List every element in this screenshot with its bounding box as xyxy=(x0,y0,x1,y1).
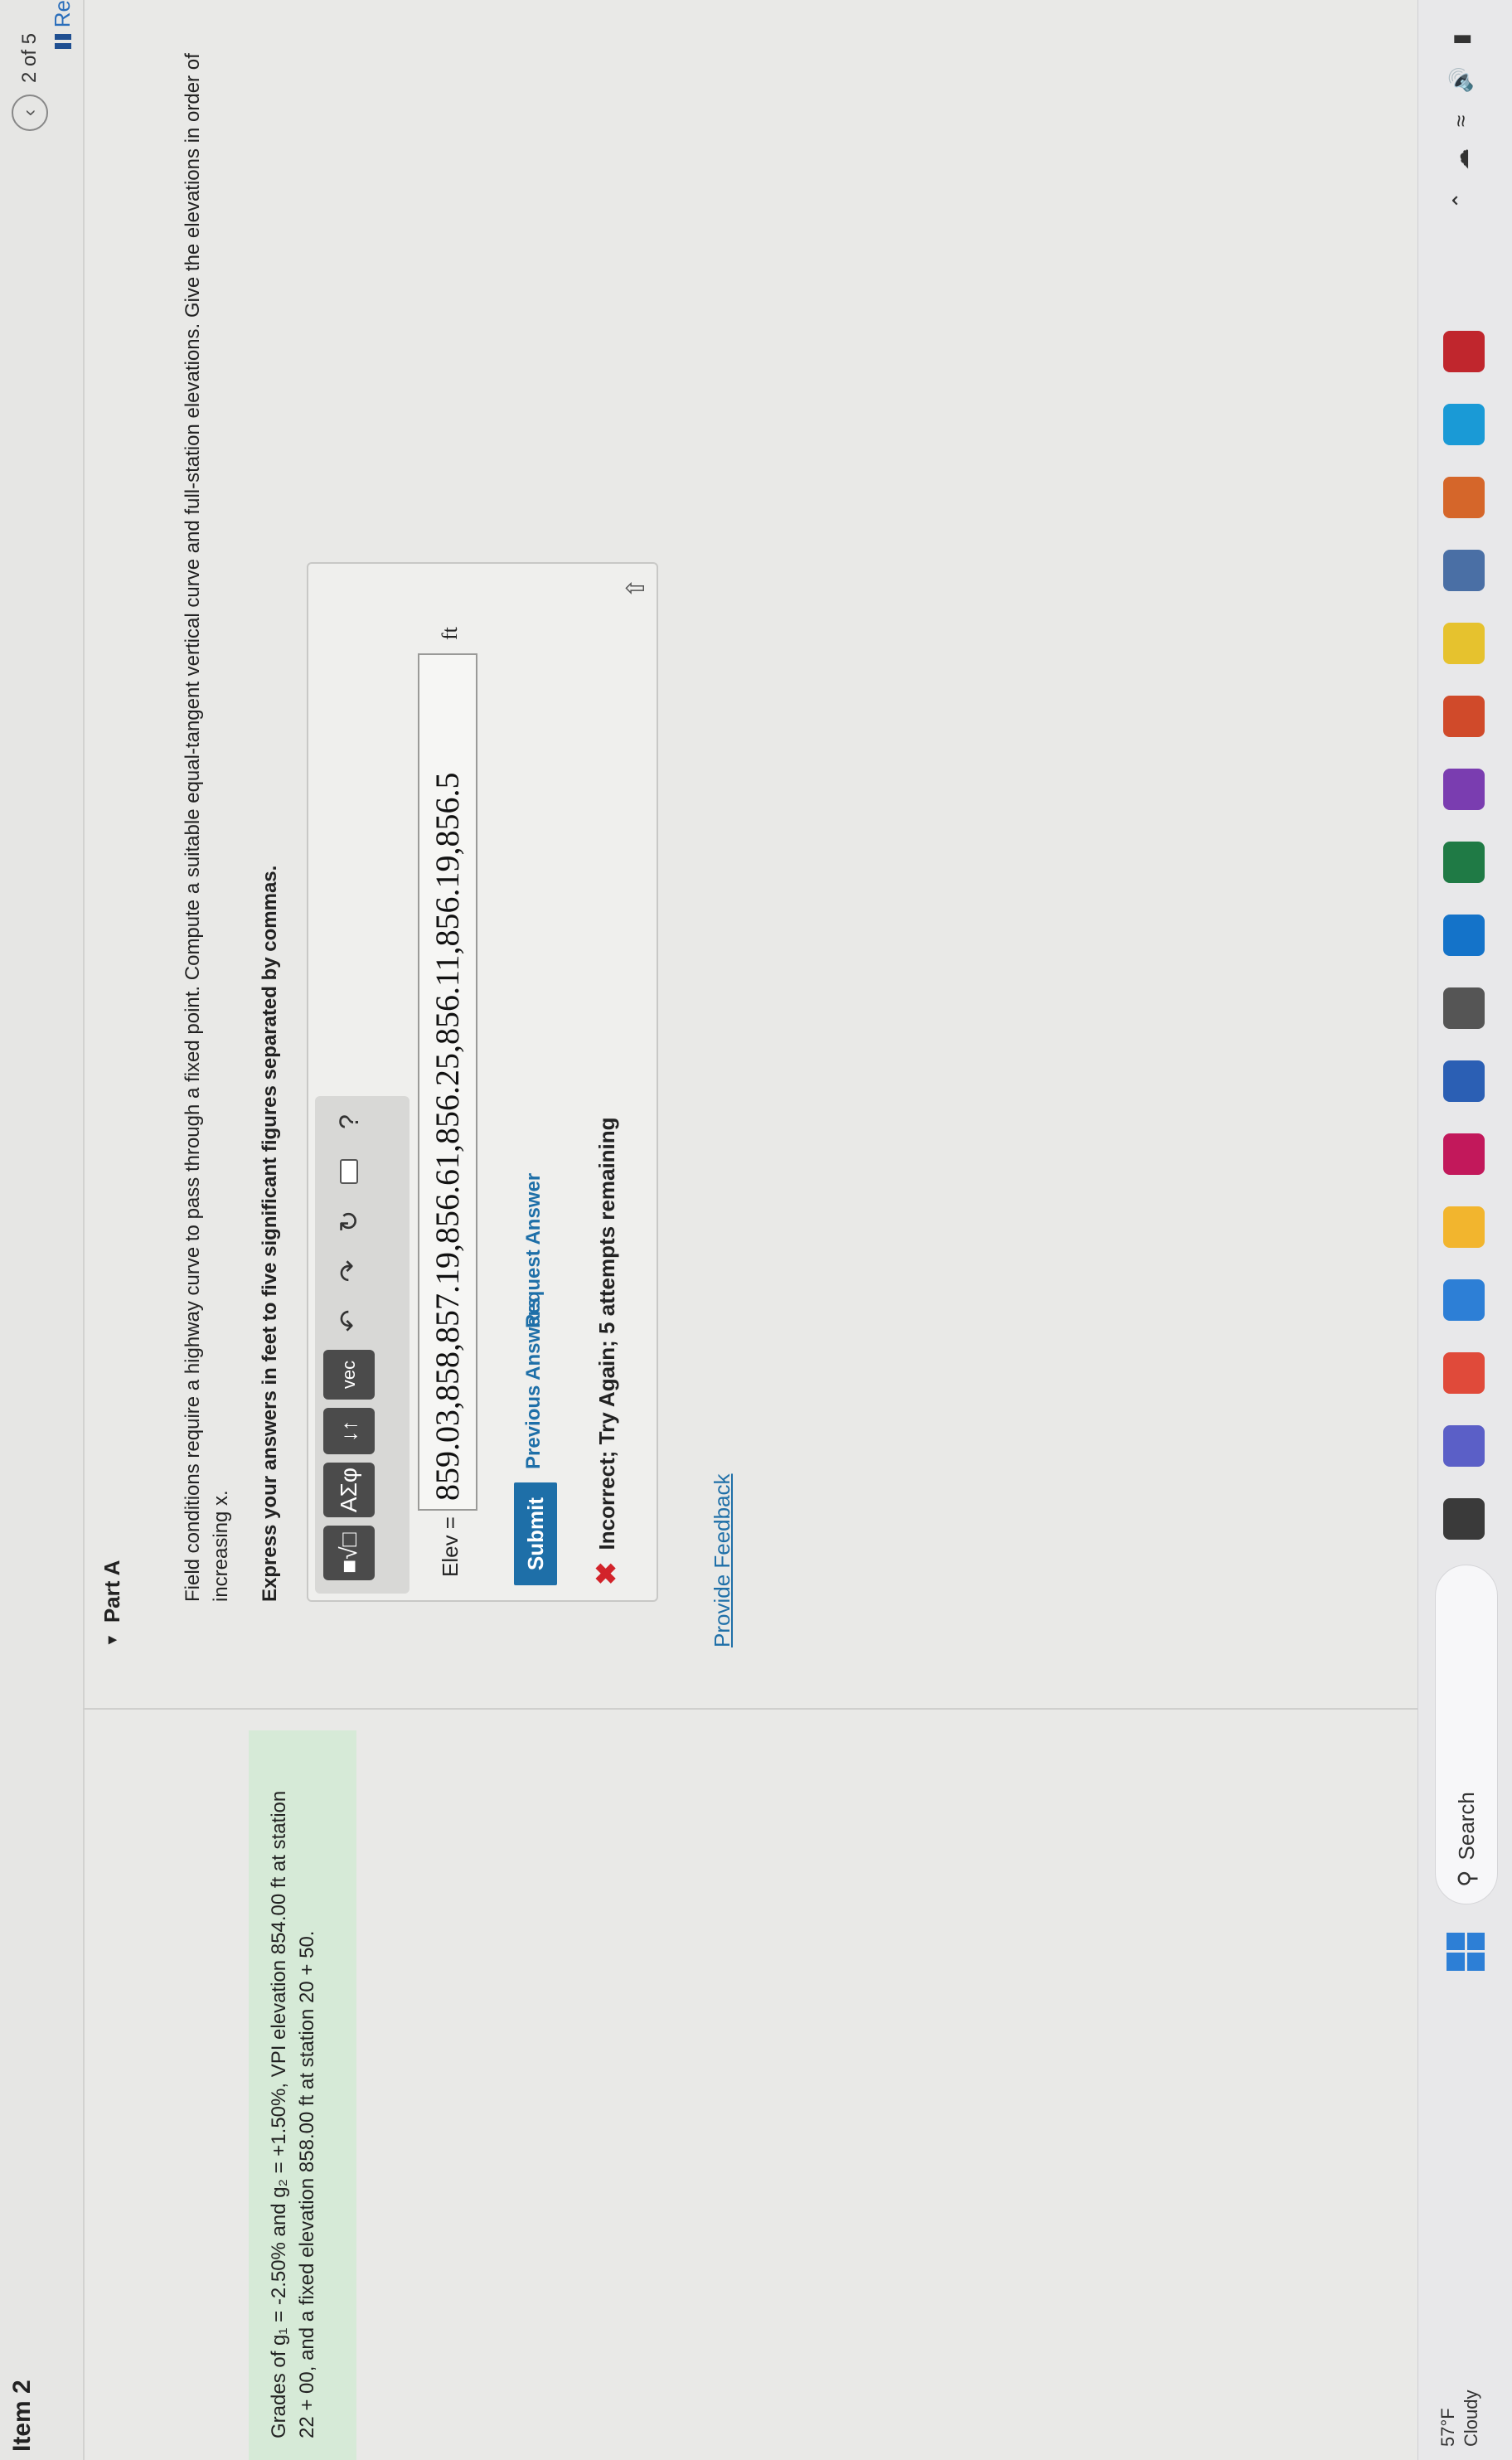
subscript-superscript-button[interactable]: ↓↑ xyxy=(323,1408,375,1454)
powerpoint-icon[interactable] xyxy=(1443,696,1485,737)
review-link[interactable]: Re xyxy=(50,0,75,50)
part-header[interactable]: ▼ Part A xyxy=(99,1560,125,1647)
chrome-icon[interactable] xyxy=(1443,1352,1485,1394)
page: Item 2 ‹ 2 of 5 Re Grades of g₁ = -2.50%… xyxy=(0,0,1512,2460)
question-prompt: Field conditions require a highway curve… xyxy=(182,53,232,1602)
matlab-icon[interactable] xyxy=(1443,477,1485,518)
calculator-icon[interactable] xyxy=(1443,550,1485,591)
feedback-message: ✖ Incorrect; Try Again; 5 attempts remai… xyxy=(590,1117,623,1585)
feedback-text: Incorrect; Try Again; 5 attempts remaini… xyxy=(594,1117,619,1550)
problem-statement: Grades of g₁ = -2.50% and g₂ = +1.50%, V… xyxy=(249,1730,356,2460)
cloud-icon[interactable]: ☁ xyxy=(1448,148,1474,170)
pinned-apps xyxy=(1443,331,1485,1540)
part-title: Part A xyxy=(99,1560,124,1623)
reset-icon: ↻ xyxy=(334,1210,364,1233)
search-icon: ⚲ xyxy=(1453,1870,1480,1887)
edge-icon[interactable] xyxy=(1443,404,1485,445)
chevron-left-icon: ‹ xyxy=(18,109,41,117)
store-icon[interactable] xyxy=(1443,1279,1485,1321)
math-toolbar: ■√□ ΑΣφ ↓↑ vec ↶ ↷ ↻ ? xyxy=(323,1101,375,1580)
teams-icon[interactable] xyxy=(1443,1425,1485,1467)
previous-item-button[interactable]: ‹ xyxy=(12,95,48,132)
system-tray: ⌃ ☁ ≈ 🔊 ▮ xyxy=(1448,33,1474,210)
volume-icon[interactable]: 🔊 xyxy=(1448,66,1474,93)
reset-button[interactable]: ↻ xyxy=(323,1201,375,1242)
vec-label: vec xyxy=(338,1360,359,1390)
search-label: Search xyxy=(1453,1792,1479,1861)
sticky-notes-icon[interactable] xyxy=(1443,623,1485,664)
weather-condition: Cloudy xyxy=(1461,2390,1481,2447)
taskbar-search[interactable]: ⚲ Search xyxy=(1435,1565,1498,1904)
acrobat-icon[interactable] xyxy=(1443,331,1485,372)
redo-icon: ↷ xyxy=(334,1259,364,1283)
answer-label: Elev = xyxy=(438,1516,463,1577)
taskbar: 57°F Cloudy ⚲ Search ⌃ ☁ ≈ 🔊 ▮ xyxy=(1418,0,1512,2460)
arrows-label: ↓↑ xyxy=(336,1420,361,1442)
answer-input[interactable]: 859.03,858,857.19,856.61,856.25,856.11,8… xyxy=(418,653,477,1511)
chevron-up-icon[interactable]: ⌃ xyxy=(1448,192,1474,210)
pager-text: 2 of 5 xyxy=(18,33,41,84)
weather-temperature: 57°F xyxy=(1437,2408,1458,2447)
settings-icon[interactable] xyxy=(1443,987,1485,1029)
keyboard-icon xyxy=(340,1159,358,1184)
provide-feedback-link[interactable]: Provide Feedback xyxy=(710,1473,735,1647)
request-answer-link[interactable]: Request Answer xyxy=(522,1173,545,1328)
greek-symbols-label: ΑΣφ xyxy=(336,1467,361,1513)
help-label: ? xyxy=(333,1114,364,1129)
start-button[interactable] xyxy=(1447,1933,1485,1971)
wifi-icon[interactable]: ≈ xyxy=(1448,115,1474,127)
task-view-icon[interactable] xyxy=(1443,1498,1485,1540)
word-icon[interactable] xyxy=(1443,1060,1485,1102)
problem-pane: Grades of g₁ = -2.50% and g₂ = +1.50%, V… xyxy=(83,1708,1492,2460)
mouse-pointer-icon: ⇧ xyxy=(623,577,650,599)
answer-instruction: Express your answers in feet to five sig… xyxy=(259,865,281,1602)
excel-icon[interactable] xyxy=(1443,842,1485,883)
item-pager: ‹ 2 of 5 xyxy=(12,33,48,132)
top-header: Item 2 ‹ 2 of 5 Re xyxy=(0,0,85,2460)
undo-button[interactable]: ↶ xyxy=(323,1300,375,1342)
review-icon xyxy=(54,34,71,50)
review-label: Re xyxy=(50,0,75,28)
submit-button[interactable]: Submit xyxy=(514,1482,557,1585)
weather-widget[interactable]: 57°F Cloudy xyxy=(1437,2390,1483,2447)
greek-symbols-button[interactable]: ΑΣφ xyxy=(323,1463,375,1517)
problem-line-2: 22 + 00, and a fixed elevation 858.00 ft… xyxy=(296,1930,318,2438)
onenote-icon[interactable] xyxy=(1443,769,1485,810)
file-explorer-icon[interactable] xyxy=(1443,1206,1485,1248)
problem-line-1: Grades of g₁ = -2.50% and g₂ = +1.50%, V… xyxy=(268,1790,290,2438)
caret-down-icon: ▼ xyxy=(104,1633,120,1647)
keyboard-shortcuts-button[interactable] xyxy=(323,1151,375,1192)
radical-template-icon: ■√□ xyxy=(336,1532,361,1574)
answer-unit: ft xyxy=(438,627,462,640)
error-x-icon: ✖ xyxy=(591,1561,623,1586)
vector-button[interactable]: vec xyxy=(323,1350,375,1400)
templates-button[interactable]: ■√□ xyxy=(323,1526,375,1580)
snipping-tool-icon[interactable] xyxy=(1443,1133,1485,1175)
item-title: Item 2 xyxy=(8,2380,36,2452)
redo-button[interactable]: ↷ xyxy=(323,1250,375,1292)
undo-icon: ↶ xyxy=(334,1309,364,1332)
outlook-icon[interactable] xyxy=(1443,915,1485,956)
help-button[interactable]: ? xyxy=(323,1101,375,1143)
battery-icon[interactable]: ▮ xyxy=(1448,33,1474,45)
question-pane: ▼ Part A Field conditions require a high… xyxy=(83,0,1492,1710)
